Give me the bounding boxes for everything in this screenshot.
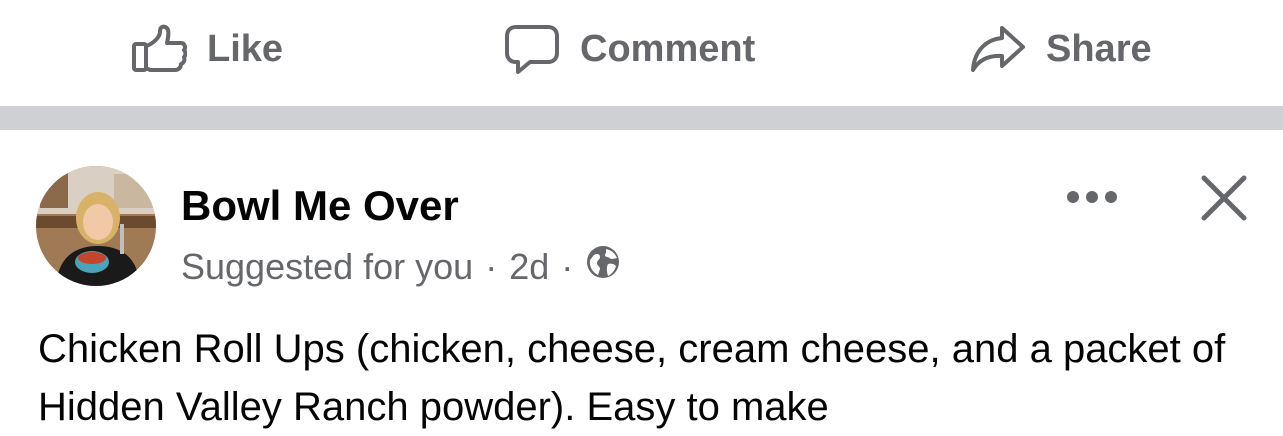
more-dot xyxy=(1086,191,1098,203)
like-label: Like xyxy=(207,27,284,70)
author-avatar[interactable] xyxy=(36,166,156,286)
post-author-name[interactable]: Bowl Me Over xyxy=(181,182,459,230)
more-options-button[interactable] xyxy=(1062,180,1122,214)
meta-separator: · xyxy=(561,245,574,287)
post-meta: Suggested for you · 2d · xyxy=(181,244,621,289)
comment-label: Comment xyxy=(580,27,756,70)
share-label: Share xyxy=(1046,27,1152,70)
feed-separator xyxy=(0,106,1283,130)
suggested-label: Suggested for you xyxy=(181,245,474,287)
thumbs-up-icon xyxy=(131,24,187,74)
feed-post: Bowl Me Over Suggested for you · 2d · Ch… xyxy=(0,130,1283,429)
more-dot xyxy=(1067,191,1079,203)
like-button[interactable]: Like xyxy=(131,18,283,80)
post-timestamp[interactable]: 2d xyxy=(509,246,549,288)
more-dot xyxy=(1105,191,1117,203)
hide-post-button[interactable] xyxy=(1198,172,1250,224)
share-button[interactable]: Share xyxy=(970,18,1152,80)
speech-bubble-icon xyxy=(504,23,560,75)
post-action-bar: Like Comment Share xyxy=(0,0,1283,106)
share-arrow-icon xyxy=(970,24,1026,74)
comment-button[interactable]: Comment xyxy=(504,18,755,80)
globe-icon xyxy=(585,244,621,289)
close-icon xyxy=(1198,175,1250,228)
post-body-text: Chicken Roll Ups (chicken, cheese, cream… xyxy=(38,327,1226,429)
meta-separator: · xyxy=(485,245,498,287)
